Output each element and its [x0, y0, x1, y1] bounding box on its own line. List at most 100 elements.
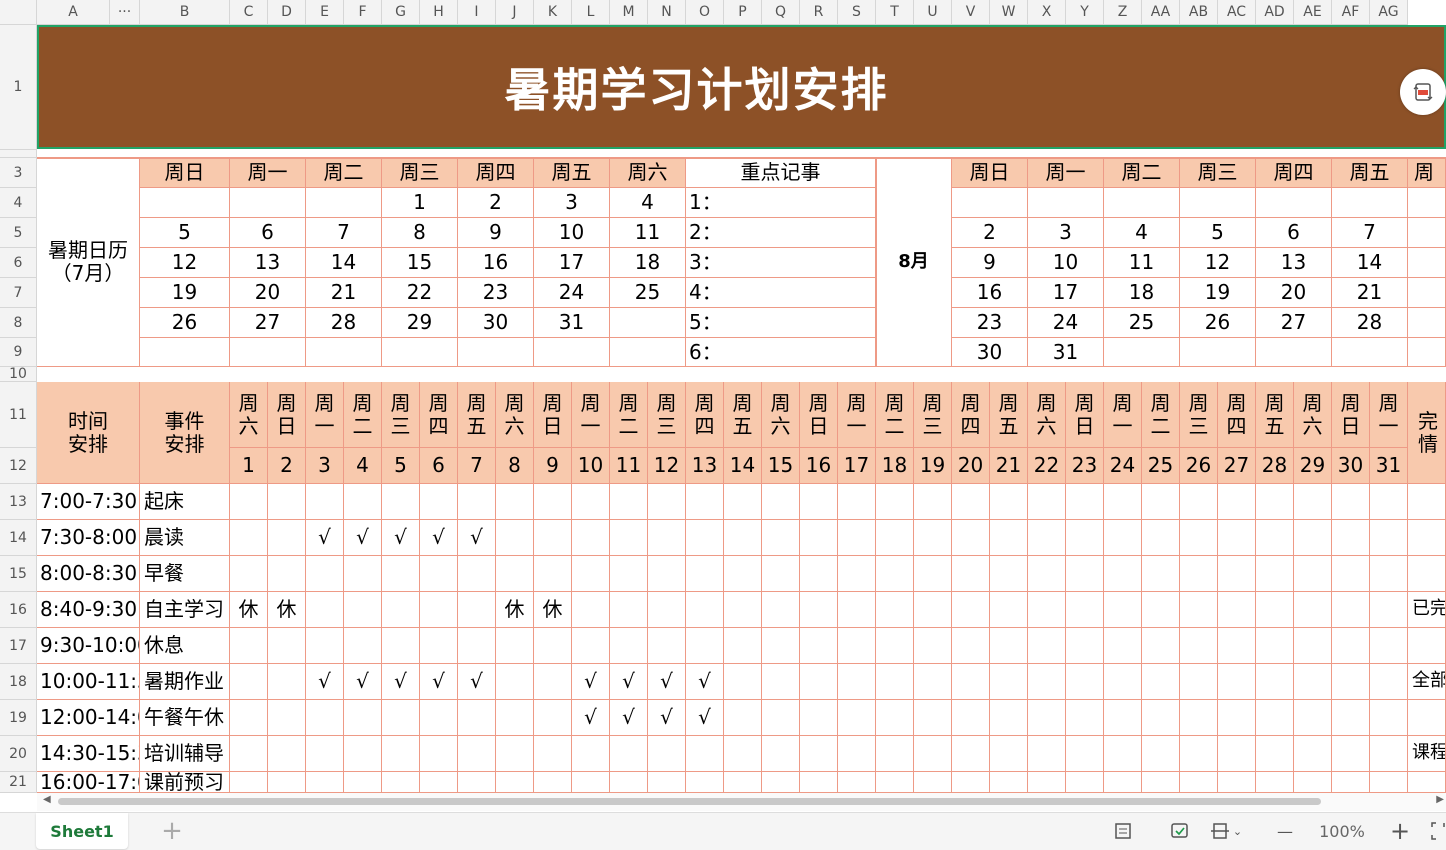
day-mark-cell[interactable]: [1028, 484, 1066, 520]
day-mark-cell[interactable]: [1142, 772, 1180, 793]
day-mark-cell[interactable]: [1218, 700, 1256, 736]
day-mark-cell[interactable]: [268, 664, 306, 700]
day-mark-cell[interactable]: [1180, 772, 1218, 793]
day-mark-cell[interactable]: [268, 772, 306, 793]
time-slot-cell[interactable]: 10:00-11:30: [37, 664, 140, 700]
day-mark-cell[interactable]: [686, 484, 724, 520]
event-cell[interactable]: 午餐午休: [140, 700, 230, 736]
day-mark-cell[interactable]: [648, 736, 686, 772]
day-mark-cell[interactable]: [648, 520, 686, 556]
day-mark-cell[interactable]: [1028, 736, 1066, 772]
day-mark-cell[interactable]: [1180, 628, 1218, 664]
day-mark-cell[interactable]: [382, 556, 420, 592]
day-mark-cell[interactable]: √: [686, 700, 724, 736]
day-mark-cell[interactable]: [458, 484, 496, 520]
day-mark-cell[interactable]: [838, 736, 876, 772]
day-mark-cell[interactable]: 休: [534, 592, 572, 628]
day-mark-cell[interactable]: [1332, 772, 1370, 793]
day-mark-cell[interactable]: [762, 592, 800, 628]
day-mark-cell[interactable]: [268, 484, 306, 520]
day-mark-cell[interactable]: [648, 628, 686, 664]
day-mark-cell[interactable]: √: [572, 700, 610, 736]
day-mark-cell[interactable]: [1066, 664, 1104, 700]
column-header[interactable]: AF: [1332, 0, 1370, 25]
day-mark-cell[interactable]: [1370, 484, 1408, 520]
day-mark-cell[interactable]: [1332, 700, 1370, 736]
scroll-right-arrow[interactable]: ▶: [1436, 794, 1444, 805]
day-mark-cell[interactable]: [572, 736, 610, 772]
day-mark-cell[interactable]: [876, 520, 914, 556]
horizontal-scrollbar[interactable]: ◀ ▶: [37, 793, 1446, 811]
select-all-corner[interactable]: [0, 0, 37, 25]
day-mark-cell[interactable]: [1256, 772, 1294, 793]
zoom-level[interactable]: 100%: [1314, 817, 1370, 845]
column-header[interactable]: AD: [1256, 0, 1294, 25]
day-mark-cell[interactable]: [306, 772, 344, 793]
day-mark-cell[interactable]: [762, 520, 800, 556]
fullscreen-icon[interactable]: [1430, 819, 1446, 843]
day-mark-cell[interactable]: [1104, 628, 1142, 664]
day-mark-cell[interactable]: [268, 736, 306, 772]
day-mark-cell[interactable]: [990, 772, 1028, 793]
day-mark-cell[interactable]: [1370, 700, 1408, 736]
day-mark-cell[interactable]: [876, 700, 914, 736]
day-mark-cell[interactable]: [724, 484, 762, 520]
day-mark-cell[interactable]: [458, 736, 496, 772]
day-mark-cell[interactable]: [1218, 664, 1256, 700]
day-mark-cell[interactable]: [876, 664, 914, 700]
column-header[interactable]: C: [230, 0, 268, 25]
day-mark-cell[interactable]: [648, 556, 686, 592]
column-header[interactable]: B: [140, 0, 230, 25]
column-header[interactable]: G: [382, 0, 420, 25]
day-mark-cell[interactable]: [1028, 556, 1066, 592]
hidden-columns-indicator[interactable]: ···: [110, 0, 140, 25]
column-header[interactable]: D: [268, 0, 306, 25]
column-header[interactable]: H: [420, 0, 458, 25]
day-mark-cell[interactable]: [306, 484, 344, 520]
column-header[interactable]: Q: [762, 0, 800, 25]
column-header[interactable]: F: [344, 0, 382, 25]
day-mark-cell[interactable]: [914, 736, 952, 772]
day-mark-cell[interactable]: [1104, 556, 1142, 592]
day-mark-cell[interactable]: [952, 736, 990, 772]
day-mark-cell[interactable]: [344, 772, 382, 793]
day-mark-cell[interactable]: [1066, 628, 1104, 664]
time-slot-cell[interactable]: 9:30-10:00: [37, 628, 140, 664]
event-cell[interactable]: 休息: [140, 628, 230, 664]
day-mark-cell[interactable]: [914, 700, 952, 736]
day-mark-cell[interactable]: [1294, 556, 1332, 592]
day-mark-cell[interactable]: [1294, 520, 1332, 556]
day-mark-cell[interactable]: √: [420, 520, 458, 556]
row-header[interactable]: 1: [0, 25, 37, 150]
day-mark-cell[interactable]: [1294, 484, 1332, 520]
day-mark-cell[interactable]: [876, 556, 914, 592]
day-mark-cell[interactable]: [344, 556, 382, 592]
time-slot-cell[interactable]: 7:30-8:00: [37, 520, 140, 556]
time-slot-cell[interactable]: 14:30-15:30: [37, 736, 140, 772]
day-mark-cell[interactable]: √: [458, 520, 496, 556]
day-mark-cell[interactable]: [990, 520, 1028, 556]
day-mark-cell[interactable]: [230, 664, 268, 700]
day-mark-cell[interactable]: [420, 556, 458, 592]
day-mark-cell[interactable]: [1218, 556, 1256, 592]
day-mark-cell[interactable]: [496, 736, 534, 772]
day-mark-cell[interactable]: [1180, 556, 1218, 592]
day-mark-cell[interactable]: [534, 628, 572, 664]
day-mark-cell[interactable]: [800, 772, 838, 793]
day-mark-cell[interactable]: [762, 556, 800, 592]
day-mark-cell[interactable]: [496, 628, 534, 664]
row-header[interactable]: 4: [0, 188, 37, 218]
column-header[interactable]: AE: [1294, 0, 1332, 25]
day-mark-cell[interactable]: [1370, 628, 1408, 664]
day-mark-cell[interactable]: [382, 592, 420, 628]
day-mark-cell[interactable]: [1332, 736, 1370, 772]
column-header[interactable]: T: [876, 0, 914, 25]
day-mark-cell[interactable]: [1218, 520, 1256, 556]
day-mark-cell[interactable]: √: [306, 664, 344, 700]
day-mark-cell[interactable]: [268, 556, 306, 592]
day-mark-cell[interactable]: [952, 772, 990, 793]
row-header[interactable]: 18: [0, 664, 37, 700]
day-mark-cell[interactable]: [1332, 556, 1370, 592]
day-mark-cell[interactable]: √: [648, 700, 686, 736]
day-mark-cell[interactable]: [1180, 700, 1218, 736]
